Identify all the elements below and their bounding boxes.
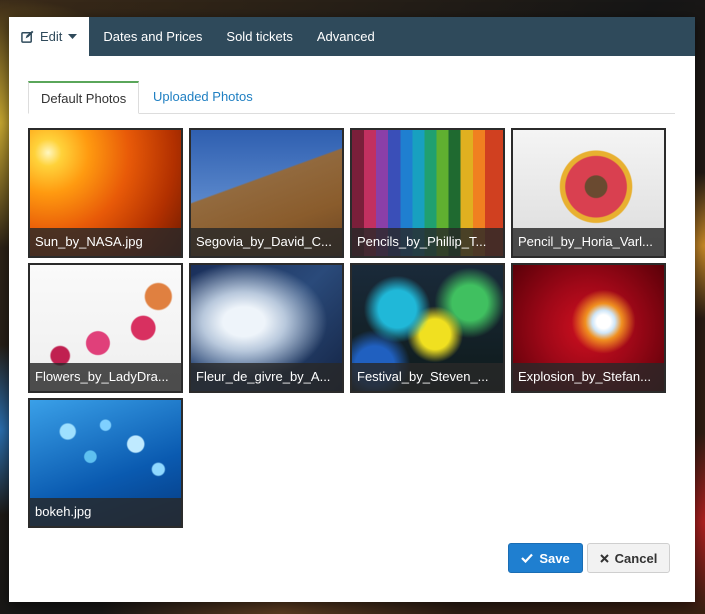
event-edit-dialog: Edit Dates and Prices Sold tickets Advan…: [9, 17, 695, 602]
photo-caption: Segovia_by_David_C...: [191, 228, 342, 256]
cancel-button[interactable]: Cancel: [587, 543, 670, 573]
photo-caption: Festival_by_Steven_...: [352, 363, 503, 391]
photo-tile[interactable]: Pencils_by_Phillip_T...: [350, 128, 505, 258]
photo-caption: Explosion_by_Stefan...: [513, 363, 664, 391]
save-button[interactable]: Save: [508, 543, 583, 573]
photo-caption: bokeh.jpg: [30, 498, 181, 526]
tab-edit-label: Edit: [40, 29, 63, 44]
top-nav: Edit Dates and Prices Sold tickets Advan…: [9, 17, 695, 56]
photo-tile[interactable]: bokeh.jpg: [28, 398, 183, 528]
photo-caption: Pencil_by_Horia_Varl...: [513, 228, 664, 256]
photo-tile[interactable]: Flowers_by_LadyDra...: [28, 263, 183, 393]
photo-caption: Fleur_de_givre_by_A...: [191, 363, 342, 391]
tab-uploaded-photos[interactable]: Uploaded Photos: [141, 81, 265, 112]
pencil-square-icon: [21, 30, 34, 43]
photo-tile[interactable]: Explosion_by_Stefan...: [511, 263, 666, 393]
photo-tile[interactable]: Festival_by_Steven_...: [350, 263, 505, 393]
tab-sold-tickets[interactable]: Sold tickets: [214, 17, 304, 56]
photo-tile[interactable]: Segovia_by_David_C...: [189, 128, 344, 258]
photo-tile[interactable]: Pencil_by_Horia_Varl...: [511, 128, 666, 258]
photo-caption: Pencils_by_Phillip_T...: [352, 228, 503, 256]
photo-tile[interactable]: Sun_by_NASA.jpg: [28, 128, 183, 258]
save-label: Save: [539, 550, 570, 566]
photo-tile[interactable]: Fleur_de_givre_by_A...: [189, 263, 344, 393]
photo-caption: Sun_by_NASA.jpg: [30, 228, 181, 256]
cancel-label: Cancel: [614, 550, 658, 566]
caret-down-icon: [68, 33, 78, 40]
check-icon: [521, 553, 534, 563]
photo-source-tabs: Default Photos Uploaded Photos: [28, 81, 675, 114]
tab-advanced[interactable]: Advanced: [305, 17, 387, 56]
close-icon: [599, 553, 609, 563]
photo-caption: Flowers_by_LadyDra...: [30, 363, 181, 391]
tab-edit[interactable]: Edit: [9, 17, 90, 56]
tab-default-photos[interactable]: Default Photos: [28, 81, 140, 114]
photo-grid: Sun_by_NASA.jpg Segovia_by_David_C... Pe…: [28, 128, 672, 528]
tab-dates-and-prices[interactable]: Dates and Prices: [89, 17, 214, 56]
